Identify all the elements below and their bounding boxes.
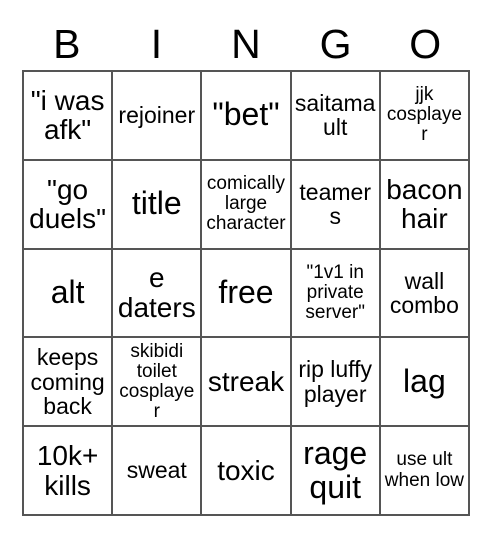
bingo-header-letter-o: O — [409, 20, 442, 67]
bingo-cell-r1c5[interactable]: jjk cosplayer — [380, 72, 470, 161]
bingo-cell-r2c1[interactable]: "go duels" — [24, 160, 114, 250]
bingo-cell-label: wall combo — [389, 267, 459, 318]
bingo-cell-r1c1[interactable]: "i was afk" — [24, 72, 114, 161]
bingo-cell-label: free — [218, 274, 274, 311]
bingo-cell-label: rip luffy player — [298, 356, 373, 407]
bingo-cell-label: rejoiner — [118, 102, 196, 129]
bingo-cell-label: title — [131, 185, 182, 222]
bingo-cell-r5c5[interactable]: use ult when low — [380, 427, 470, 516]
bingo-cell-label: alt — [50, 274, 85, 311]
bingo-cell-r5c2[interactable]: sweat — [113, 427, 203, 516]
bingo-header-letter-g: G — [319, 20, 352, 67]
bingo-cell-free-space[interactable]: free — [202, 249, 292, 339]
bingo-cell-r5c1[interactable]: 10k+ kills — [24, 427, 114, 516]
bingo-header-letter-b: B — [53, 20, 81, 67]
bingo-cell-r4c5[interactable]: lag — [380, 338, 470, 428]
bingo-cell-r1c4[interactable]: saitama ult — [291, 72, 381, 161]
bingo-cell-r4c2[interactable]: skibidi toilet cosplayer — [113, 338, 203, 428]
bingo-cell-r2c3[interactable]: comically large character — [202, 160, 292, 250]
bingo-cell-r2c5[interactable]: bacon hair — [380, 160, 470, 250]
bingo-cell-label: keeps coming back — [30, 344, 105, 419]
bingo-card: B I N G O "i was afk" rejoiner "bet" sai… — [0, 0, 500, 544]
bingo-cell-r2c2[interactable]: title — [113, 160, 203, 250]
bingo-cell-r2c4[interactable]: teamers — [291, 160, 381, 250]
bingo-cell-label: use ult when low — [384, 449, 464, 491]
bingo-cell-label: skibidi toilet cosplayer — [119, 340, 195, 422]
bingo-header-row: B I N G O — [22, 18, 470, 70]
bingo-cell-label: lag — [403, 362, 446, 399]
bingo-cell-label: "1v1 in private server" — [305, 261, 365, 324]
bingo-header-letter-i: I — [150, 20, 163, 67]
bingo-header-letter-n: N — [231, 20, 261, 67]
bingo-cell-label: bacon hair — [386, 173, 463, 235]
bingo-cell-r5c3[interactable]: toxic — [202, 427, 292, 516]
bingo-cell-label: jjk cosplayer — [386, 84, 462, 146]
bingo-cell-r1c3[interactable]: "bet" — [202, 72, 292, 161]
bingo-cell-label: toxic — [217, 454, 275, 486]
bingo-cell-r4c1[interactable]: keeps coming back — [24, 338, 114, 428]
bingo-cell-label: rage quit — [303, 434, 368, 505]
bingo-cell-label: teamers — [299, 178, 371, 230]
bingo-cell-label: "bet" — [212, 96, 280, 133]
bingo-cell-r3c4[interactable]: "1v1 in private server" — [291, 249, 381, 339]
bingo-cell-label: e daters — [117, 262, 196, 323]
bingo-cell-r3c2[interactable]: e daters — [113, 249, 203, 339]
bingo-cell-label: sweat — [126, 457, 187, 484]
bingo-cell-label: comically large character — [206, 173, 286, 235]
bingo-cell-label: "go duels" — [29, 173, 107, 235]
bingo-cell-label: "i was afk" — [30, 84, 105, 146]
bingo-cell-r3c1[interactable]: alt — [24, 249, 114, 339]
bingo-cell-r5c4[interactable]: rage quit — [291, 427, 381, 516]
bingo-cell-r4c3[interactable]: streak — [202, 338, 292, 428]
bingo-grid: "i was afk" rejoiner "bet" saitama ult j… — [22, 70, 470, 516]
bingo-cell-label: 10k+ kills — [36, 439, 99, 501]
bingo-cell-r3c5[interactable]: wall combo — [380, 249, 470, 339]
bingo-cell-label: saitama ult — [294, 90, 376, 141]
bingo-cell-label: streak — [207, 365, 285, 397]
bingo-cell-r4c4[interactable]: rip luffy player — [291, 338, 381, 428]
bingo-cell-r1c2[interactable]: rejoiner — [113, 72, 203, 161]
